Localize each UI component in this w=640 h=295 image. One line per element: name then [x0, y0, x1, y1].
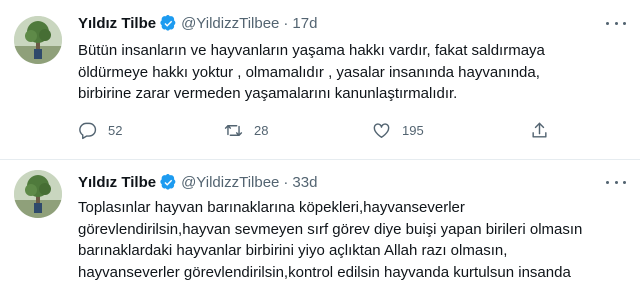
display-name[interactable]: Yıldız Tilbe: [78, 15, 156, 32]
user-handle[interactable]: @YildizzTilbee: [181, 15, 279, 32]
like-button[interactable]: 195: [372, 121, 424, 140]
display-name[interactable]: Yıldız Tilbe: [78, 174, 156, 191]
timestamp[interactable]: 17d: [292, 15, 317, 32]
share-icon: [532, 122, 547, 138]
avatar[interactable]: [14, 16, 62, 64]
tweet-header: Yıldız Tilbe @YildizzTilbee · 33d: [78, 172, 317, 192]
reply-icon: [79, 122, 97, 140]
more-options-icon[interactable]: [606, 174, 626, 190]
timestamp[interactable]: 33d: [292, 174, 317, 191]
avatar[interactable]: [14, 170, 62, 218]
retweet-icon: [224, 125, 243, 136]
retweet-count: 28: [254, 123, 269, 138]
heart-icon: [373, 123, 390, 138]
verified-badge-icon: [160, 14, 176, 31]
tweet-text: Bütün insanların ve hayvanların yaşama h…: [78, 42, 545, 102]
tweet-text: Toplasınlar hayvan barınaklarına köpekle…: [78, 199, 583, 281]
like-count: 195: [402, 123, 424, 138]
tweet-actions: 52 28 195: [78, 121, 558, 143]
tweet[interactable]: Yıldız Tilbe @YildizzTilbee · 17d Bütün …: [0, 0, 640, 160]
separator-dot: ·: [283, 14, 289, 32]
user-handle[interactable]: @YildizzTilbee: [181, 174, 279, 191]
share-button[interactable]: [530, 121, 549, 140]
retweet-button[interactable]: 28: [224, 121, 268, 140]
reply-count: 52: [108, 123, 123, 138]
more-options-icon[interactable]: [606, 15, 626, 31]
reply-button[interactable]: 52: [78, 121, 122, 140]
verified-badge-icon: [160, 173, 176, 190]
separator-dot: ·: [283, 173, 289, 191]
tweet-header: Yıldız Tilbe @YildizzTilbee · 17d: [78, 13, 317, 33]
tweet[interactable]: Yıldız Tilbe @YildizzTilbee · 33d Toplas…: [0, 160, 640, 295]
